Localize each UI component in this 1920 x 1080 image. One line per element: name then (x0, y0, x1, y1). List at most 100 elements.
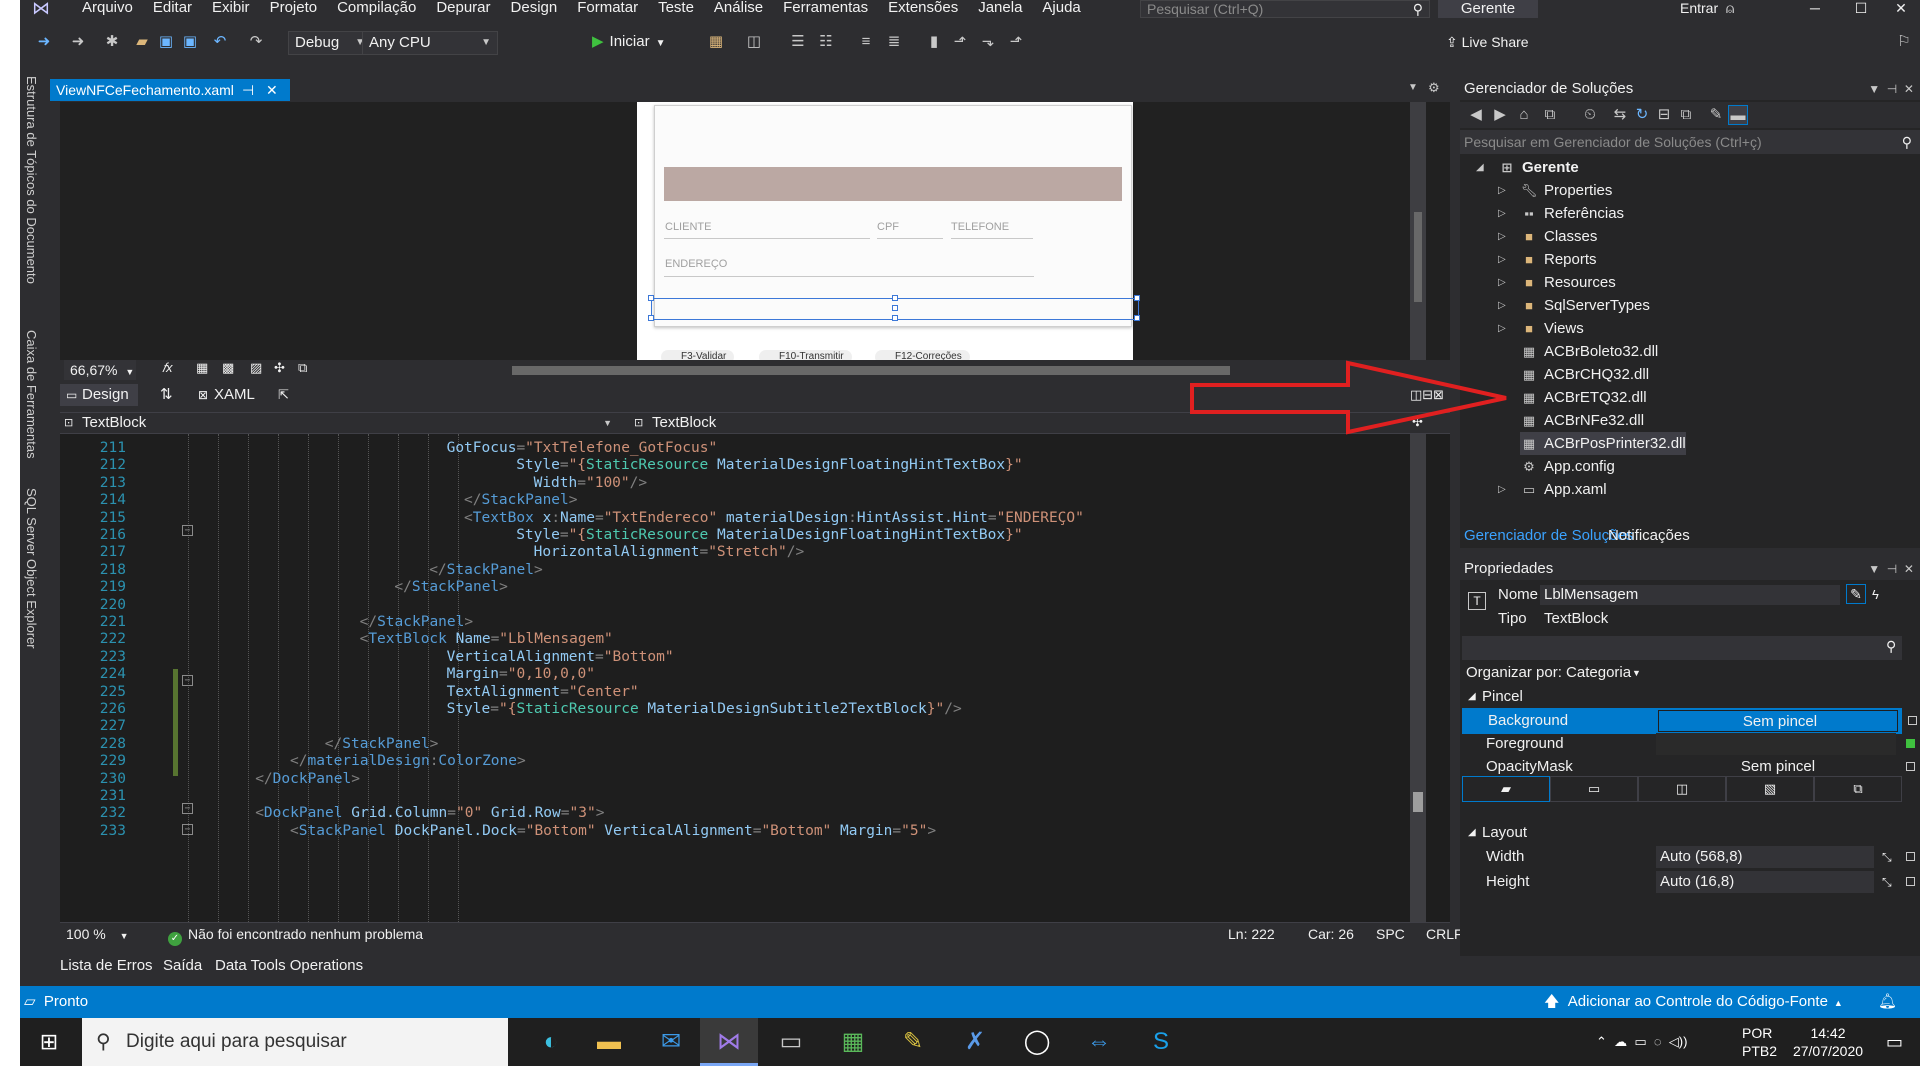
menu-item-formatar[interactable]: Formatar (567, 0, 648, 18)
scrollbar-thumb[interactable] (1414, 212, 1422, 302)
expand-icon[interactable]: ▷ (1498, 294, 1506, 317)
solution-search-input[interactable]: Pesquisar em Gerenciador de Soluções (Ct… (1460, 130, 1920, 154)
start-debug-button[interactable]: ▶ Iniciar ▼ (592, 32, 665, 54)
sign-in-link[interactable]: Entrar ⍝ (1680, 0, 1734, 16)
pending-changes-icon[interactable]: ⏲ (1580, 105, 1600, 125)
issues-indicator[interactable]: ✓ Não foi encontrado nenhum problema (168, 923, 423, 946)
expand-icon[interactable]: ▷ (1498, 271, 1506, 294)
side-tab-sql-object-explorer[interactable]: SQL Server Object Explorer (24, 488, 39, 649)
tree-item[interactable]: ⚙ App.config (1520, 455, 1615, 478)
tree-item[interactable]: ▷ ■ Classes (1498, 225, 1597, 248)
document-tab-view-nfce[interactable]: ViewNFCeFechamento.xaml ⊣ ✕ (50, 79, 290, 101)
events-lightning-icon[interactable]: ϟ (1872, 582, 1879, 608)
save-all-icon[interactable]: ▣ (180, 32, 200, 52)
comment-icon[interactable]: ≡ (856, 32, 876, 52)
menu-item-analise[interactable]: Análise (704, 0, 773, 18)
no-brush-icon[interactable]: ▰ (1462, 776, 1550, 802)
skype-icon[interactable]: S (1132, 1018, 1190, 1066)
advanced-options-icon[interactable] (1908, 716, 1917, 725)
xaml-code-editor[interactable]: − − − − 211 GotFocus="TxtTelefone_GotFocu… (60, 434, 1450, 922)
tree-item[interactable]: ▷ ■ Resources (1498, 271, 1616, 294)
advanced-options-icon[interactable] (1906, 877, 1915, 886)
tab-design[interactable]: ▭ Design (60, 384, 138, 406)
tree-item[interactable]: ▦ ACBrCHQ32.dll (1520, 363, 1649, 386)
close-window-icon[interactable]: ✕ (1878, 0, 1920, 18)
tools-app-icon[interactable]: ✎ (884, 1018, 942, 1066)
xaml-designer-surface[interactable]: CLIENTE CPF TELEFONE ENDEREÇO F3-Validar… (60, 102, 1450, 364)
expand-icon[interactable]: ▷ (1498, 478, 1506, 501)
solid-brush-icon[interactable]: ▭ (1550, 776, 1638, 802)
tree-item[interactable]: ▦ ACBrBoleto32.dll (1520, 340, 1658, 363)
system-tray-icons[interactable]: ⌃ ☁ ▭ ◌ ◁)) (1596, 1018, 1687, 1066)
menu-item-teste[interactable]: Teste (648, 0, 704, 18)
device-app-icon[interactable]: ▭ (762, 1018, 820, 1066)
collapse-all-icon[interactable]: ⊟ (1654, 105, 1674, 125)
prev-bookmark-icon[interactable]: ⬏ (950, 32, 970, 52)
tree-item[interactable]: ▦ ACBrNFe32.dll (1520, 409, 1644, 432)
expand-icon[interactable]: ▷ (1498, 202, 1506, 225)
popout-icon[interactable]: ⇱ (278, 384, 289, 406)
menu-item-exibir[interactable]: Exibir (202, 0, 260, 18)
windows-start-icon[interactable]: ⊞ (20, 1018, 78, 1066)
designer-vertical-scrollbar[interactable] (1410, 102, 1426, 360)
category-layout[interactable]: ◢ Layout (1460, 820, 1920, 846)
auto-size-icon[interactable]: ⤡ (1882, 844, 1892, 870)
resource-brush-icon[interactable]: ⧉ (1814, 776, 1902, 802)
properties-wrench-icon[interactable]: ✎ (1846, 584, 1866, 604)
side-tab-document-outline[interactable]: Estrutura de Tópicos do Documento (24, 76, 39, 284)
tree-item[interactable]: ▷ ■ Views (1498, 317, 1584, 340)
designer-horizontal-scrollbar[interactable] (512, 366, 1230, 375)
bookmark-icon[interactable]: ▮ (924, 32, 944, 52)
tree-project-gerente[interactable]: ◢ ⊞ Gerente (1476, 156, 1579, 179)
property-row-width[interactable]: Width Auto (568,8) ⤡ (1460, 844, 1920, 870)
expand-icon[interactable]: ▷ (1498, 317, 1506, 340)
selected-element-outline[interactable] (648, 295, 1140, 321)
spreadsheet-app-icon[interactable]: ▦ (824, 1018, 882, 1066)
preview-icon[interactable]: ▬ (1728, 105, 1748, 125)
breadcrumb-right-select[interactable]: ⊡ TextBlock (630, 413, 930, 433)
tab-data-tools-operations[interactable]: Data Tools Operations (215, 955, 363, 977)
tree-item[interactable]: ▷ ■ Reports (1498, 248, 1597, 271)
line-ending-mode[interactable]: CRLF (1426, 923, 1463, 945)
align-icon[interactable]: ☰ (788, 32, 808, 52)
image-brush-icon[interactable]: ▧ (1726, 776, 1814, 802)
tree-item[interactable]: ▷ 🔧︎ Properties (1498, 179, 1612, 202)
tree-item[interactable]: ▦ ACBrPosPrinter32.dll (1520, 432, 1686, 455)
property-value[interactable]: Sem pincel (1658, 710, 1898, 732)
solution-config-select[interactable]: Debug ▼ (288, 31, 372, 55)
menu-item-extensoes[interactable]: Extensões (878, 0, 968, 18)
property-value[interactable]: Auto (568,8) (1656, 846, 1874, 868)
visual-studio-taskbar-icon[interactable]: ⋈ (700, 1018, 758, 1066)
tab-xaml[interactable]: ⊠ XAML (192, 384, 268, 406)
expand-icon[interactable]: ▷ (1498, 248, 1506, 271)
device-preview-icon[interactable]: ◫ (744, 32, 764, 52)
editor-zoom-select[interactable]: 100 % ▼ (66, 923, 129, 945)
resize-handle[interactable] (648, 295, 654, 301)
property-value[interactable]: Sem pincel (1656, 756, 1896, 778)
minimize-icon[interactable]: ─ (1792, 0, 1838, 18)
tree-item[interactable]: ▷ ▪▪ Referências (1498, 202, 1624, 225)
notifications-bell-icon[interactable]: 🔔︎ (1878, 986, 1897, 1018)
code-line[interactable]: 233 <StackPanel DockPanel.Dock="Bottom" V… (60, 821, 1430, 842)
designer-zoom-select[interactable]: 66,67% ▼ (64, 360, 136, 380)
switch-views-icon[interactable]: ⧉ (1540, 105, 1560, 125)
menu-item-depurar[interactable]: Depurar (426, 0, 500, 18)
expand-icon[interactable]: ▷ (1498, 225, 1506, 248)
breadcrumb-left-select[interactable]: ⊡ TextBlock ▼ (60, 413, 620, 433)
prop-name-input[interactable]: LblMensagem (1540, 585, 1840, 605)
platform-select[interactable]: Any CPU ▼ (362, 31, 498, 55)
resize-handle[interactable] (648, 315, 654, 321)
show-all-files-icon[interactable]: ⧉ (1676, 105, 1696, 125)
menu-item-projeto[interactable]: Projeto (260, 0, 328, 18)
gradient-brush-icon[interactable]: ◫ (1638, 776, 1726, 802)
snap-lines-icon[interactable]: ✣ (274, 360, 285, 376)
arrange-by-row[interactable]: Organizar por: Categoria ▼ (1460, 660, 1920, 686)
swap-panes-icon[interactable]: ⇅ (160, 384, 173, 406)
auto-size-icon[interactable]: ⤡ (1882, 869, 1892, 895)
close-tab-icon[interactable]: ✕ (266, 79, 278, 101)
panel-window-controls[interactable]: ▼ ⊣ ✕ (1868, 558, 1914, 580)
menu-item-ajuda[interactable]: Ajuda (1032, 0, 1090, 18)
advanced-options-icon[interactable] (1906, 739, 1915, 748)
property-row-height[interactable]: Height Auto (16,8) ⤡ (1460, 869, 1920, 895)
action-center-icon[interactable]: ▭ (1886, 1018, 1903, 1066)
